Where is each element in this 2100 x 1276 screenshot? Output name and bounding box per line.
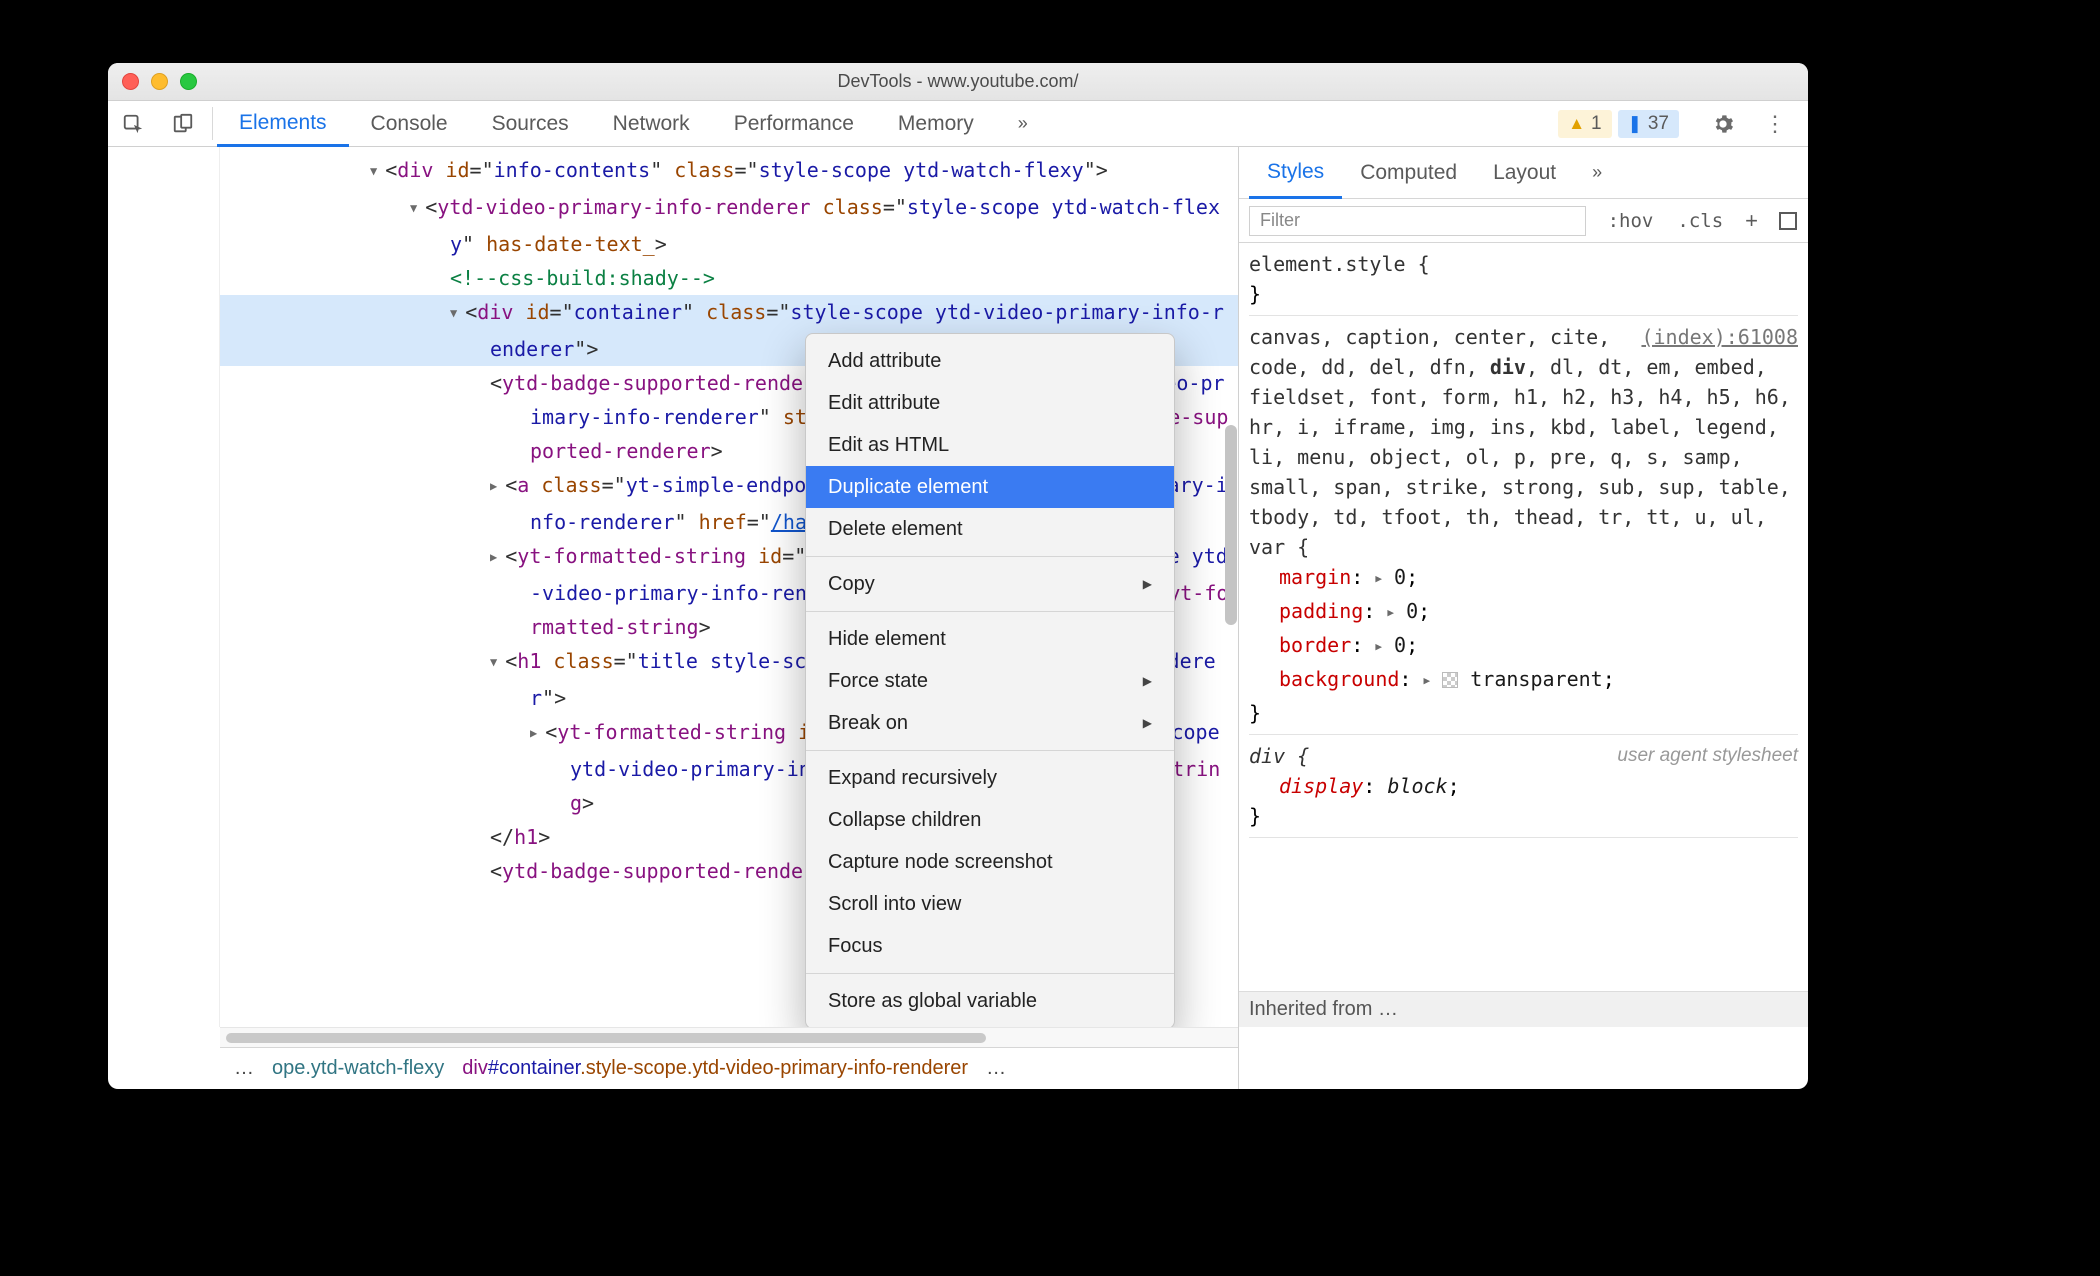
cls-toggle[interactable]: .cls [1665, 210, 1735, 232]
ctx-copy[interactable]: Copy [806, 563, 1174, 605]
ctx-store-global[interactable]: Store as global variable [806, 980, 1174, 1022]
breadcrumb: … ope.ytd-watch-flexy div#container.styl… [220, 1047, 1238, 1089]
horizontal-scrollbar[interactable] [220, 1027, 1238, 1047]
devtools-window: DevTools - www.youtube.com/ Elements Con… [108, 63, 1808, 1089]
breadcrumb-overflow-left[interactable]: … [234, 1057, 254, 1080]
ctx-edit-attribute[interactable]: Edit attribute [806, 382, 1174, 424]
gutter [108, 147, 220, 1027]
tab-console[interactable]: Console [349, 101, 470, 146]
dom-node[interactable]: <ytd-video-primary-info-renderer class="… [410, 190, 1238, 261]
rule-close: } [1249, 698, 1798, 728]
tabs-overflow-icon[interactable]: » [996, 101, 1050, 146]
more-options-icon[interactable]: ⋮ [1752, 111, 1798, 137]
ctx-force-state[interactable]: Force state [806, 660, 1174, 702]
device-toolbar-icon[interactable] [158, 101, 208, 146]
styles-toolbar: Filter :hov .cls + [1239, 199, 1808, 243]
css-prop[interactable]: background: ▶ transparent; [1249, 664, 1798, 698]
reset-rule[interactable]: (index):61008 canvas, caption, center, c… [1249, 322, 1798, 735]
main-content: … <div id="info-contents" class="style-s… [108, 147, 1808, 1027]
css-prop[interactable]: margin: ▶ 0; [1249, 562, 1798, 596]
new-style-rule-button[interactable]: + [1735, 208, 1768, 234]
context-menu: Add attribute Edit attribute Edit as HTM… [805, 333, 1175, 1027]
ctx-scroll-into-view[interactable]: Scroll into view [806, 883, 1174, 925]
rule-close: } [1249, 801, 1798, 831]
css-prop[interactable]: border: ▶ 0; [1249, 630, 1798, 664]
main-toolbar: Elements Console Sources Network Perform… [108, 101, 1808, 147]
messages-badge[interactable]: ❚ 37 [1618, 110, 1679, 138]
ctx-focus[interactable]: Focus [806, 925, 1174, 967]
vertical-scrollbar[interactable] [1225, 425, 1237, 625]
styles-rules[interactable]: element.style { } (index):61008 canvas, … [1239, 243, 1808, 991]
ctx-capture-screenshot[interactable]: Capture node screenshot [806, 841, 1174, 883]
user-agent-rule[interactable]: user agent stylesheet div { display: blo… [1249, 741, 1798, 838]
rule-selector: canvas, caption, center, cite, code, dd,… [1249, 322, 1798, 562]
messages-count: 37 [1648, 113, 1669, 135]
ctx-delete-element[interactable]: Delete element [806, 508, 1174, 550]
hov-toggle[interactable]: :hov [1596, 210, 1666, 232]
box-model-icon[interactable] [1768, 211, 1808, 231]
inherited-section-header[interactable]: Inherited from … [1239, 991, 1808, 1027]
warnings-badge[interactable]: ▲ 1 [1558, 110, 1611, 138]
tab-elements[interactable]: Elements [217, 101, 349, 147]
tab-memory[interactable]: Memory [876, 101, 996, 146]
settings-icon[interactable] [1700, 113, 1746, 135]
message-icon: ❚ [1628, 114, 1642, 134]
tab-sources[interactable]: Sources [470, 101, 591, 146]
styles-tabs-overflow-icon[interactable]: » [1574, 147, 1620, 198]
tab-performance[interactable]: Performance [712, 101, 876, 146]
rule-close: } [1249, 279, 1798, 309]
tab-computed[interactable]: Computed [1342, 147, 1475, 198]
rule-source-link[interactable]: (index):61008 [1641, 322, 1798, 352]
ctx-duplicate-element[interactable]: Duplicate element [806, 466, 1174, 508]
window-title: DevTools - www.youtube.com/ [108, 71, 1808, 92]
ctx-hide-element[interactable]: Hide element [806, 618, 1174, 660]
rule-selector: element.style { [1249, 249, 1798, 279]
ctx-break-on[interactable]: Break on [806, 702, 1174, 744]
panel-tabs: Elements Console Sources Network Perform… [217, 101, 1050, 146]
ctx-expand-recursively[interactable]: Expand recursively [806, 757, 1174, 799]
breadcrumb-item[interactable]: ope.ytd-watch-flexy [272, 1057, 444, 1080]
css-prop: display: block; [1249, 771, 1798, 801]
dom-node[interactable]: <!--css-build:shady--> [450, 261, 1238, 295]
element-style-rule[interactable]: element.style { } [1249, 249, 1798, 316]
color-swatch-icon[interactable] [1442, 672, 1458, 688]
styles-panel: Styles Computed Layout » Filter :hov .cl… [1238, 147, 1808, 1027]
tab-layout[interactable]: Layout [1475, 147, 1574, 198]
tab-network[interactable]: Network [591, 101, 712, 146]
css-prop[interactable]: padding: ▶ 0; [1249, 596, 1798, 630]
warning-icon: ▲ [1568, 114, 1585, 134]
titlebar: DevTools - www.youtube.com/ [108, 63, 1808, 101]
dom-tree[interactable]: … <div id="info-contents" class="style-s… [220, 147, 1238, 1027]
styles-filter-input[interactable]: Filter [1249, 206, 1586, 236]
dom-node[interactable]: <div id="info-contents" class="style-sco… [370, 153, 1238, 190]
ua-stylesheet-label: user agent stylesheet [1617, 741, 1798, 771]
styles-tabs: Styles Computed Layout » [1239, 147, 1808, 199]
ctx-collapse-children[interactable]: Collapse children [806, 799, 1174, 841]
breadcrumb-item-selected[interactable]: div#container.style-scope.ytd-video-prim… [462, 1057, 968, 1080]
breadcrumb-overflow-right[interactable]: … [986, 1057, 1006, 1080]
ctx-edit-html[interactable]: Edit as HTML [806, 424, 1174, 466]
warnings-count: 1 [1591, 113, 1602, 135]
inspect-element-icon[interactable] [108, 101, 158, 146]
ctx-add-attribute[interactable]: Add attribute [806, 340, 1174, 382]
tab-styles[interactable]: Styles [1249, 147, 1342, 199]
